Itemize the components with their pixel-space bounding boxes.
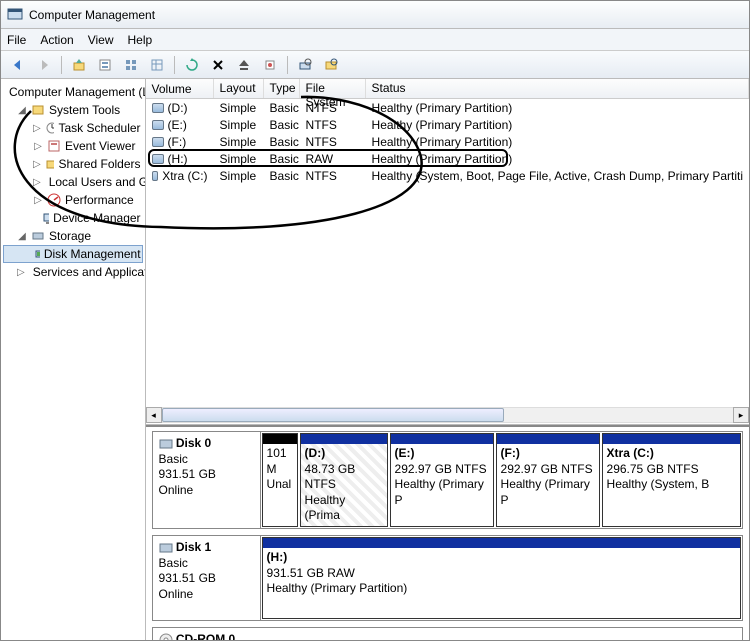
tree-event-viewer[interactable]: ▷Event Viewer xyxy=(3,137,143,155)
list-view-button[interactable] xyxy=(120,54,142,76)
volume-row[interactable]: (E:) SimpleBasicNTFSHealthy (Primary Par… xyxy=(146,116,749,133)
drive-icon xyxy=(152,171,159,181)
help-icon-button[interactable] xyxy=(320,54,342,76)
drive-icon xyxy=(152,137,164,147)
drive-icon xyxy=(152,154,164,164)
volume-header: Volume Layout Type File System Status xyxy=(146,79,749,99)
tree-root[interactable]: Computer Management (Local xyxy=(3,83,143,101)
cdrom-0[interactable]: CD-ROM 0 DVD (G:) No Media xyxy=(152,627,743,640)
up-button[interactable] xyxy=(68,54,90,76)
partition-d[interactable]: (D:)48.73 GB NTFSHealthy (Prima xyxy=(300,433,388,527)
app-icon xyxy=(7,7,23,23)
scroll-left-icon[interactable]: ◂ xyxy=(146,407,162,423)
col-type[interactable]: Type xyxy=(264,79,300,98)
partition-h[interactable]: (H:)931.51 GB RAWHealthy (Primary Partit… xyxy=(262,537,741,619)
disk-label: Disk 0 Basic 931.51 GB Online xyxy=(153,432,261,528)
tree-services[interactable]: ▷Services and Applications xyxy=(3,263,143,281)
horizontal-scrollbar[interactable]: ◂ ▸ xyxy=(146,406,749,424)
disk-label: Disk 1 Basic 931.51 GB Online xyxy=(153,536,261,620)
scroll-right-icon[interactable]: ▸ xyxy=(733,407,749,423)
volume-list: Volume Layout Type File System Status (D… xyxy=(146,79,749,425)
disk-label: CD-ROM 0 DVD (G:) No Media xyxy=(153,628,261,640)
window-title: Computer Management xyxy=(29,8,155,22)
disk-1[interactable]: Disk 1 Basic 931.51 GB Online (H:)931.51… xyxy=(152,535,743,621)
partition-c[interactable]: Xtra (C:)296.75 GB NTFSHealthy (System, … xyxy=(602,433,741,527)
volume-row[interactable]: (D:) SimpleBasicNTFSHealthy (Primary Par… xyxy=(146,99,749,116)
eject-button[interactable] xyxy=(233,54,255,76)
refresh-button[interactable] xyxy=(181,54,203,76)
drive-icon xyxy=(152,103,164,113)
properties-button[interactable] xyxy=(94,54,116,76)
tree-disk-management[interactable]: Disk Management xyxy=(3,245,143,263)
tree-system-tools[interactable]: ◢System Tools xyxy=(3,101,143,119)
tree-task-scheduler[interactable]: ▷Task Scheduler xyxy=(3,119,143,137)
volume-row[interactable]: (H:) SimpleBasicRAWHealthy (Primary Part… xyxy=(146,150,749,167)
col-status[interactable]: Status xyxy=(366,79,749,98)
volume-row[interactable]: (F:) SimpleBasicNTFSHealthy (Primary Par… xyxy=(146,133,749,150)
tree-device-manager[interactable]: Device Manager xyxy=(3,209,143,227)
settings-button[interactable] xyxy=(259,54,281,76)
menu-action[interactable]: Action xyxy=(40,33,73,47)
toolbar xyxy=(1,51,749,79)
partition-unallocated[interactable]: 101 MUnal xyxy=(262,433,298,527)
drive-icon xyxy=(152,120,164,130)
menu-view[interactable]: View xyxy=(88,33,114,47)
menubar: File Action View Help xyxy=(1,29,749,51)
col-fs[interactable]: File System xyxy=(300,79,366,98)
nav-tree: Computer Management (Local ◢System Tools… xyxy=(1,79,146,640)
disk-layout-pane: Disk 0 Basic 931.51 GB Online 101 MUnal … xyxy=(146,425,749,640)
tree-performance[interactable]: ▷Performance xyxy=(3,191,143,209)
scan-button[interactable] xyxy=(294,54,316,76)
titlebar: Computer Management xyxy=(1,1,749,29)
col-volume[interactable]: Volume xyxy=(146,79,214,98)
menu-help[interactable]: Help xyxy=(128,33,153,47)
col-layout[interactable]: Layout xyxy=(214,79,264,98)
disk-0[interactable]: Disk 0 Basic 931.51 GB Online 101 MUnal … xyxy=(152,431,743,529)
tree-local-users[interactable]: ▷Local Users and Groups xyxy=(3,173,143,191)
delete-button[interactable] xyxy=(207,54,229,76)
tree-storage[interactable]: ◢Storage xyxy=(3,227,143,245)
volume-row[interactable]: Xtra (C:) SimpleBasicNTFSHealthy (System… xyxy=(146,167,749,184)
forward-button[interactable] xyxy=(33,54,55,76)
back-button[interactable] xyxy=(7,54,29,76)
detail-view-button[interactable] xyxy=(146,54,168,76)
tree-shared-folders[interactable]: ▷Shared Folders xyxy=(3,155,143,173)
partition-f[interactable]: (F:)292.97 GB NTFSHealthy (Primary P xyxy=(496,433,600,527)
partition-e[interactable]: (E:)292.97 GB NTFSHealthy (Primary P xyxy=(390,433,494,527)
menu-file[interactable]: File xyxy=(7,33,26,47)
